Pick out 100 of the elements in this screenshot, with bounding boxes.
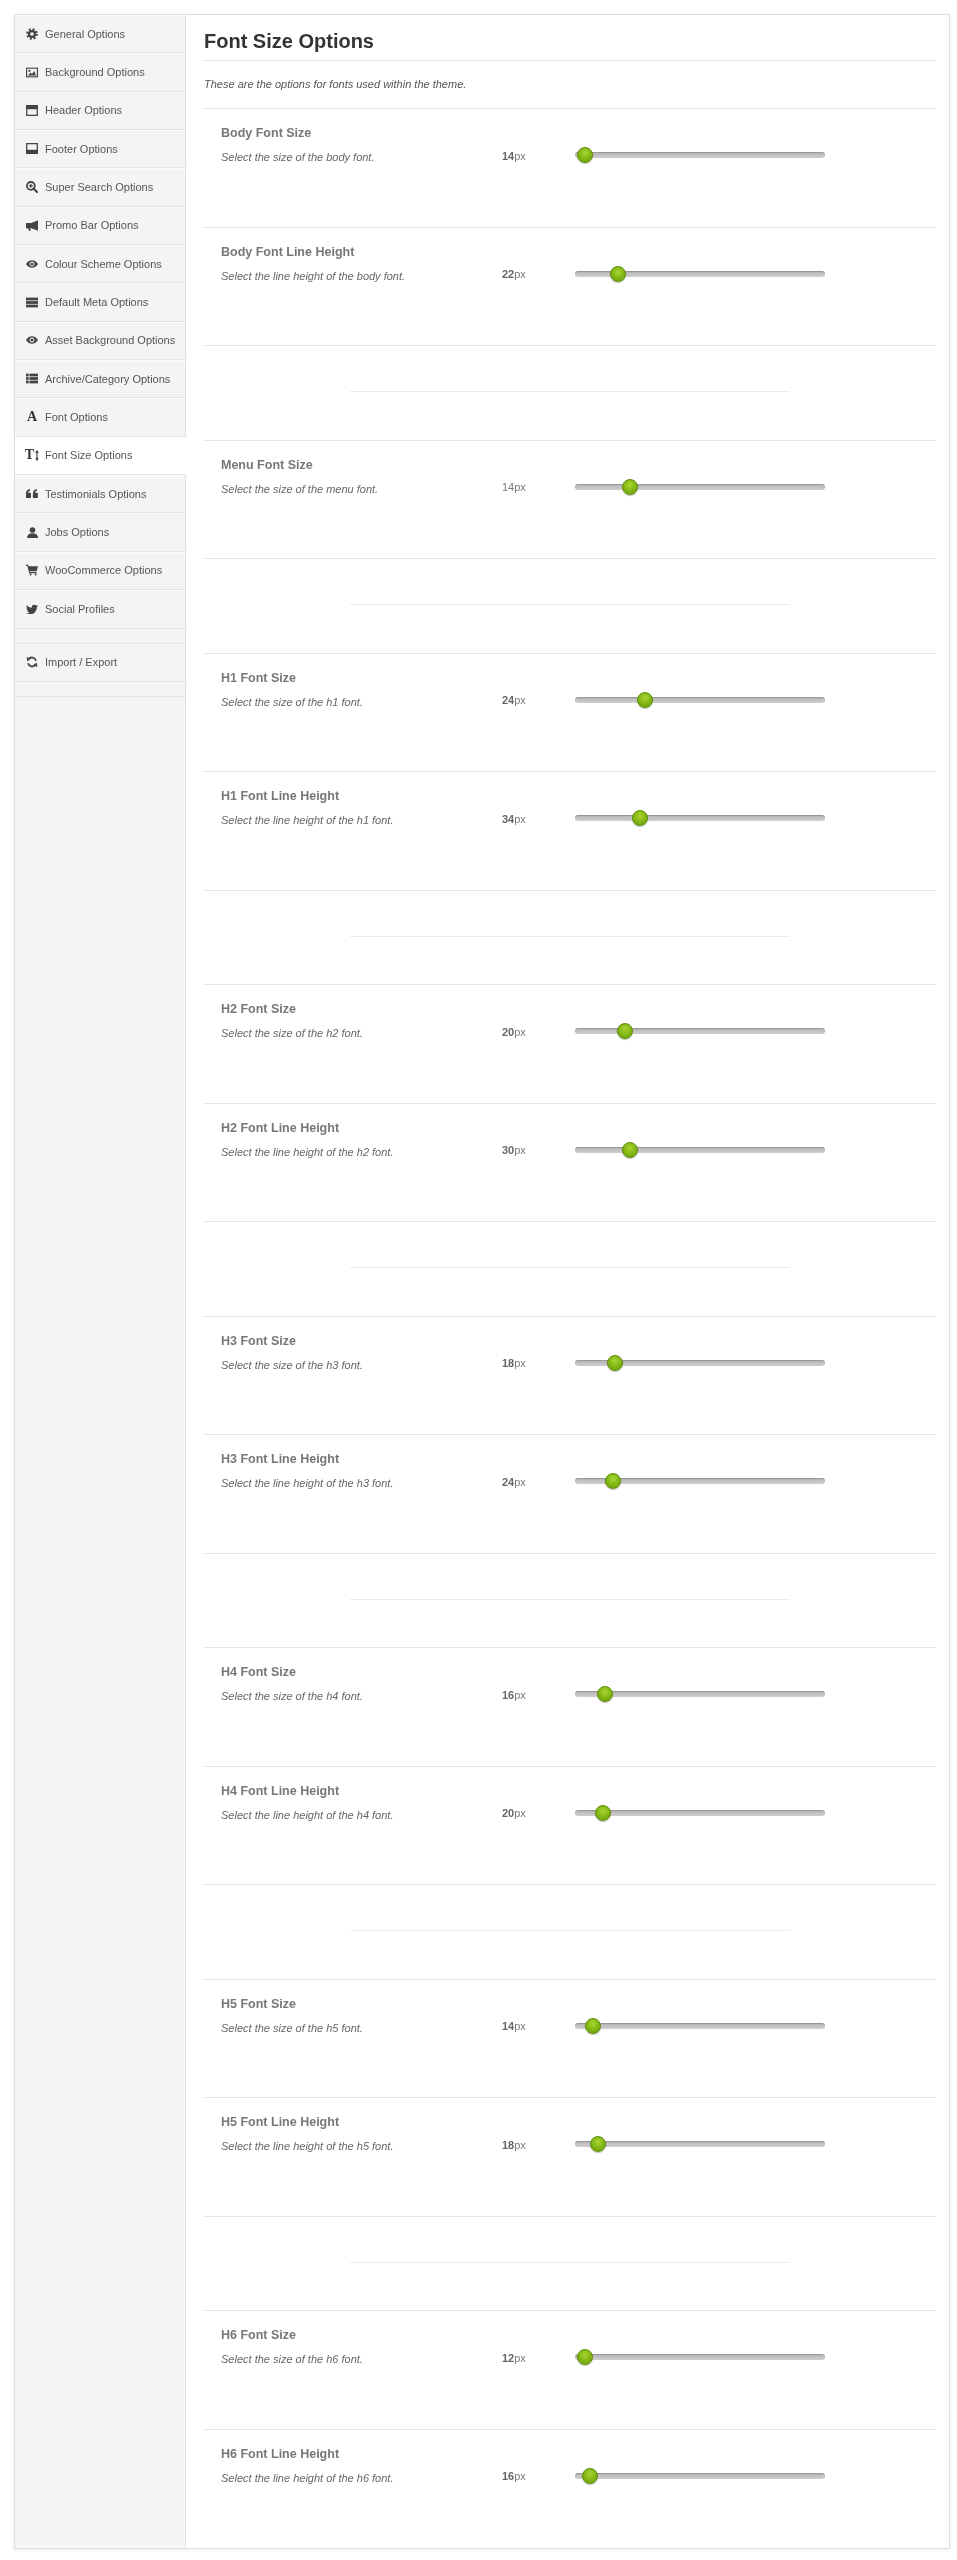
slider-handle[interactable] bbox=[577, 147, 593, 163]
sidebar-item[interactable]: Footer Options bbox=[15, 130, 185, 169]
option-title: H6 Font Size bbox=[221, 2327, 296, 2343]
refresh-icon bbox=[26, 656, 38, 669]
option-description: Select the size of the h3 font. bbox=[221, 1357, 363, 1372]
option-value: 12px bbox=[502, 2350, 526, 2365]
option-description: Select the line height of the h6 font. bbox=[221, 2470, 394, 2485]
slider-handle[interactable] bbox=[597, 1686, 613, 1702]
slider-track[interactable] bbox=[575, 1473, 825, 1489]
option-value: 16px bbox=[502, 1687, 526, 1702]
option-value: 24px bbox=[502, 693, 526, 707]
slider-track[interactable] bbox=[575, 2017, 825, 2034]
option-title: H4 Font Size bbox=[221, 1664, 296, 1680]
option-value: 18px bbox=[502, 1356, 526, 1370]
option-title: H2 Font Line Height bbox=[221, 1119, 340, 1136]
sidebar-item[interactable]: Jobs Options bbox=[15, 513, 185, 552]
option-value: 14px bbox=[502, 2019, 526, 2033]
option-description: Select the size of the h1 font. bbox=[221, 694, 363, 709]
slider-track[interactable] bbox=[575, 2349, 825, 2365]
slider-handle[interactable] bbox=[617, 1023, 633, 1039]
option-value: 20px bbox=[502, 1024, 526, 1039]
slider-track[interactable] bbox=[575, 691, 825, 708]
slider-handle[interactable] bbox=[637, 691, 653, 708]
sidebar-item[interactable]: Default Meta Options bbox=[15, 283, 185, 322]
option-title: H6 Font Line Height bbox=[221, 2445, 340, 2462]
option-description: Select the size of the menu font. bbox=[221, 481, 379, 496]
slider-handle[interactable] bbox=[604, 1473, 621, 1489]
sidebar-item[interactable]: Archive/Category Options bbox=[15, 360, 185, 399]
option-title: H3 Font Line Height bbox=[221, 1451, 340, 1467]
quote-icon bbox=[26, 489, 38, 499]
header-layout-icon bbox=[26, 104, 38, 116]
option-title: H1 Font Line Height bbox=[221, 788, 340, 804]
option-title: Body Font Size bbox=[221, 125, 312, 141]
zoom-in-icon bbox=[26, 181, 38, 194]
intro-text: These are the options for fonts used within the theme. bbox=[204, 77, 467, 91]
sidebar-item[interactable]: Background Options bbox=[15, 53, 185, 92]
slider-track[interactable] bbox=[575, 1686, 825, 1702]
option-title: H3 Font Size bbox=[221, 1332, 296, 1349]
font-icon: A bbox=[26, 411, 38, 424]
option-value: 24px bbox=[502, 1474, 526, 1489]
cart-icon bbox=[26, 564, 38, 577]
footer-layout-icon bbox=[26, 143, 38, 155]
slider-handle[interactable] bbox=[584, 2017, 601, 2034]
slider-track[interactable] bbox=[575, 1354, 825, 1371]
option-value: 14px bbox=[502, 480, 526, 494]
option-title: Menu Font Size bbox=[221, 456, 313, 473]
slider-track[interactable] bbox=[575, 2467, 825, 2484]
sidebar-item[interactable]: T Font Size Options bbox=[15, 436, 186, 476]
sidebar-item[interactable]: A Font Options bbox=[15, 398, 185, 437]
slider-handle[interactable] bbox=[589, 2136, 606, 2152]
slider-handle[interactable] bbox=[622, 478, 638, 495]
sidebar-item[interactable]: Social Profiles bbox=[15, 590, 185, 629]
slider-track[interactable] bbox=[575, 2136, 825, 2152]
slider-handle[interactable] bbox=[632, 810, 648, 826]
eye-icon bbox=[26, 336, 38, 345]
slider-track[interactable] bbox=[575, 1023, 825, 1039]
option-description: Select the size of the h4 font. bbox=[221, 1689, 363, 1703]
slider-handle[interactable] bbox=[607, 1354, 623, 1371]
option-description: Select the size of the h5 font. bbox=[221, 2020, 363, 2035]
option-title: H2 Font Size bbox=[221, 1001, 296, 1017]
option-description: Select the line height of the h5 font. bbox=[221, 2139, 394, 2153]
list-box-icon bbox=[26, 296, 38, 308]
option-title: Body Font Line Height bbox=[221, 243, 355, 260]
sidebar-item[interactable]: Header Options bbox=[15, 91, 185, 131]
option-description: Select the size of the h2 font. bbox=[221, 1026, 363, 1040]
slider-track[interactable] bbox=[575, 478, 825, 495]
slider-handle[interactable] bbox=[577, 2349, 593, 2365]
option-value: 14px bbox=[502, 148, 526, 163]
sidebar-item[interactable]: Promo Bar Options bbox=[15, 206, 185, 246]
option-value: 20px bbox=[502, 1806, 526, 1820]
sidebar-item[interactable]: General Options bbox=[15, 15, 185, 54]
option-description: Select the line height of the h3 font. bbox=[221, 1476, 394, 1490]
option-value: 34px bbox=[502, 811, 526, 826]
option-title: H5 Font Line Height bbox=[221, 2114, 340, 2130]
slider-handle[interactable] bbox=[622, 1141, 638, 1158]
option-description: Select the line height of the h2 font. bbox=[221, 1144, 394, 1159]
gear-icon bbox=[26, 27, 38, 40]
slider-track[interactable] bbox=[575, 1141, 825, 1158]
slider-handle[interactable] bbox=[594, 1804, 611, 1821]
sidebar-item[interactable]: Asset Background Options bbox=[15, 321, 185, 361]
option-value: 16px bbox=[502, 2469, 526, 2483]
sidebar-item[interactable]: WooCommerce Options bbox=[15, 551, 185, 591]
list-icon bbox=[26, 373, 38, 385]
option-title: H4 Font Line Height bbox=[221, 1782, 340, 1799]
sidebar-item[interactable]: Testimonials Options bbox=[15, 475, 185, 514]
option-title: H1 Font Size bbox=[221, 669, 296, 686]
option-description: Select the line height of the h4 font. bbox=[221, 1807, 394, 1822]
bird-icon bbox=[26, 603, 38, 615]
sidebar-item[interactable]: Super Search Options bbox=[15, 168, 185, 207]
slider-track[interactable] bbox=[575, 265, 825, 282]
slider-handle[interactable] bbox=[582, 2467, 598, 2484]
sidebar-item[interactable]: Colour Scheme Options bbox=[15, 245, 185, 284]
slider-track[interactable] bbox=[575, 1804, 825, 1821]
page-title: Font Size Options bbox=[204, 29, 374, 53]
slider-handle[interactable] bbox=[609, 265, 626, 282]
option-title: H5 Font Size bbox=[221, 1995, 296, 2012]
slider-track[interactable] bbox=[575, 810, 825, 826]
slider-track[interactable] bbox=[575, 147, 825, 163]
option-description: Select the size of the body font. bbox=[221, 150, 375, 164]
sidebar-item[interactable]: Import / Export bbox=[15, 643, 185, 682]
